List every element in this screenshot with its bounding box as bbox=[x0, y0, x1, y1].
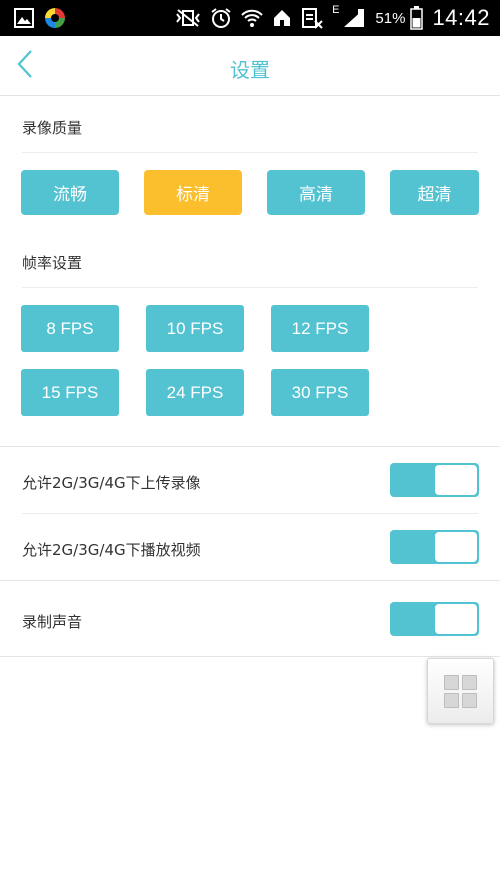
signal-icon bbox=[342, 7, 366, 29]
fps-option-10[interactable]: 10 FPS bbox=[146, 305, 244, 352]
upload-on-mobile-toggle[interactable] bbox=[390, 463, 479, 497]
app-pinwheel-icon bbox=[44, 7, 66, 29]
status-bar: E 51% 14:42 bbox=[0, 0, 500, 36]
clock: 14:42 bbox=[432, 5, 490, 30]
floating-menu-button[interactable] bbox=[427, 658, 494, 724]
video-quality-label: 录像质量 bbox=[22, 119, 83, 137]
divider bbox=[22, 513, 478, 514]
divider bbox=[0, 656, 500, 657]
divider bbox=[22, 152, 478, 153]
divider bbox=[0, 446, 500, 447]
mute-vibrate-icon bbox=[175, 8, 201, 28]
fps-option-12[interactable]: 12 FPS bbox=[271, 305, 369, 352]
quality-option-ultra[interactable]: 超清 bbox=[390, 170, 479, 215]
divider bbox=[22, 287, 478, 288]
fps-option-15[interactable]: 15 FPS bbox=[21, 369, 119, 416]
quality-option-high[interactable]: 高清 bbox=[267, 170, 365, 215]
page-title: 设置 bbox=[230, 58, 270, 82]
toggle-knob bbox=[435, 604, 477, 634]
fps-option-24[interactable]: 24 FPS bbox=[146, 369, 244, 416]
quality-option-standard[interactable]: 标清 bbox=[144, 170, 242, 215]
battery-icon bbox=[410, 6, 424, 30]
data-transfer-icon bbox=[301, 7, 323, 29]
upload-on-mobile-label: 允许2G/3G/4G下上传录像 bbox=[22, 474, 201, 492]
network-type-label: E bbox=[332, 4, 340, 16]
toggle-knob bbox=[435, 532, 477, 562]
fps-option-8[interactable]: 8 FPS bbox=[21, 305, 119, 352]
wifi-icon bbox=[241, 8, 263, 28]
play-on-mobile-toggle[interactable] bbox=[390, 530, 479, 564]
frame-rate-label: 帧率设置 bbox=[22, 254, 83, 272]
grid-menu-icon bbox=[444, 674, 477, 708]
play-on-mobile-label: 允许2G/3G/4G下播放视频 bbox=[22, 541, 201, 559]
fps-option-30[interactable]: 30 FPS bbox=[271, 369, 369, 416]
battery-percent: 51% bbox=[375, 9, 406, 27]
gallery-icon bbox=[14, 8, 34, 28]
quality-option-smooth[interactable]: 流畅 bbox=[21, 170, 119, 215]
alarm-icon bbox=[210, 7, 232, 29]
record-audio-label: 录制声音 bbox=[22, 613, 83, 631]
home-icon bbox=[272, 8, 292, 28]
title-bar: 设置 bbox=[0, 36, 500, 96]
divider bbox=[0, 580, 500, 581]
toggle-knob bbox=[435, 465, 477, 495]
record-audio-toggle[interactable] bbox=[390, 602, 479, 636]
